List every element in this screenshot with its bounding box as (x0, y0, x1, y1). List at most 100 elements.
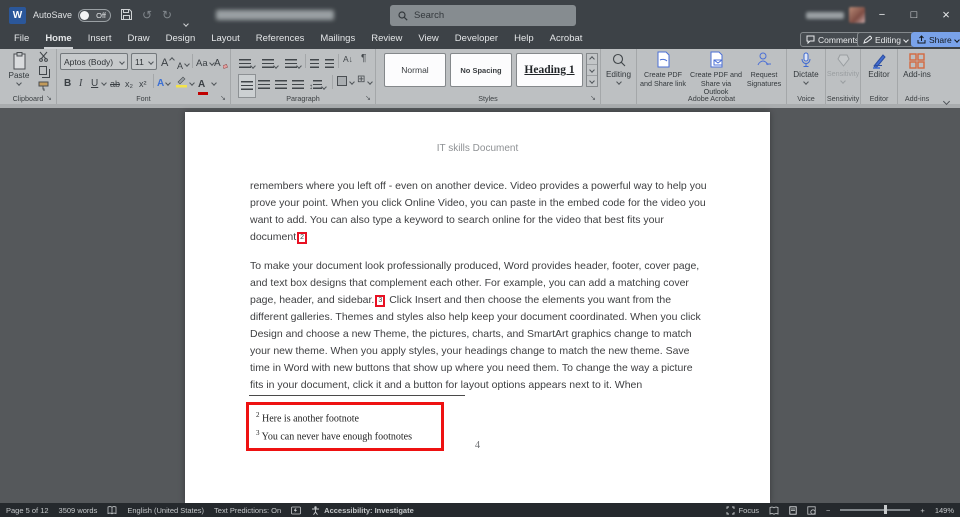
bold-button[interactable]: B (64, 74, 71, 89)
bullet-list-icon[interactable] (239, 55, 255, 73)
zoom-in-button[interactable]: + (920, 506, 924, 515)
document-canvas[interactable]: IT skills Document remembers where you l… (0, 112, 960, 503)
read-mode-icon[interactable] (769, 506, 779, 515)
underline-button[interactable]: U (91, 74, 98, 89)
proofing-icon[interactable] (107, 506, 117, 515)
paragraph-dialog-launcher-icon[interactable]: ↘ (365, 95, 373, 103)
body-paragraph-1[interactable]: remembers where you left off - even on a… (250, 178, 708, 246)
zoom-slider[interactable] (840, 509, 910, 511)
style-normal[interactable]: Normal (384, 53, 446, 87)
font-size-combobox[interactable]: 11 (131, 53, 157, 70)
print-layout-icon[interactable] (789, 506, 797, 515)
qat-customize-chevron-icon[interactable] (184, 13, 188, 31)
style-heading-1[interactable]: Heading 1 (516, 53, 583, 87)
zoom-out-button[interactable]: − (826, 506, 830, 515)
text-predictions[interactable]: Text Predictions: On (214, 506, 281, 515)
styles-dialog-launcher-icon[interactable]: ↘ (590, 95, 598, 103)
chevron-down-icon[interactable] (349, 79, 355, 85)
page-indicator[interactable]: Page 5 of 12 (6, 506, 49, 515)
strikethrough-button[interactable]: ab (110, 74, 120, 89)
tab-insert[interactable]: Insert (80, 30, 120, 49)
document-page[interactable]: IT skills Document remembers where you l… (185, 112, 770, 503)
text-effects-button[interactable]: A (157, 74, 170, 89)
numbered-list-icon[interactable] (262, 55, 278, 73)
zoom-level[interactable]: 149% (935, 506, 954, 515)
restore-button[interactable]: □ (901, 0, 927, 30)
font-dialog-launcher-icon[interactable]: ↘ (220, 95, 228, 103)
change-case-button[interactable]: Aa (196, 54, 214, 69)
close-button[interactable]: × (933, 0, 959, 30)
tab-help[interactable]: Help (506, 30, 542, 49)
collapse-ribbon-chevron-icon[interactable] (944, 91, 949, 109)
share-button[interactable]: Share (911, 32, 960, 47)
minimize-button[interactable]: − (869, 0, 895, 30)
gallery-up-icon[interactable] (587, 54, 597, 65)
clear-formatting-button[interactable]: A (214, 54, 228, 69)
autosave-toggle[interactable]: Off (78, 9, 111, 22)
editing-mode-button[interactable]: Editing (857, 32, 914, 47)
cut-icon[interactable] (38, 51, 49, 62)
gallery-down-icon[interactable] (587, 65, 597, 76)
save-icon[interactable] (120, 8, 134, 22)
web-layout-icon[interactable] (807, 506, 816, 515)
highlight-color-button[interactable] (175, 75, 188, 88)
increase-indent-icon[interactable] (325, 55, 334, 73)
focus-mode-button[interactable]: Focus (726, 506, 759, 515)
word-count[interactable]: 3509 words (59, 506, 98, 515)
styles-gallery-scroll[interactable] (586, 53, 598, 87)
subscript-button[interactable]: x₂ (125, 74, 133, 89)
create-pdf-share-link-button[interactable]: Create PDF and Share link (639, 51, 687, 88)
multilevel-list-icon[interactable] (285, 55, 301, 73)
editor-button[interactable]: Editor (861, 53, 897, 79)
avatar[interactable] (849, 7, 865, 23)
chevron-down-icon[interactable] (367, 79, 373, 85)
chevron-down-icon[interactable] (211, 80, 217, 86)
superscript-button[interactable]: x² (139, 74, 147, 89)
format-painter-icon[interactable] (38, 81, 49, 92)
tab-layout[interactable]: Layout (203, 30, 248, 49)
dictate-button[interactable]: Dictate (787, 52, 825, 84)
language-indicator[interactable]: English (United States) (127, 506, 204, 515)
borders-icon[interactable]: ⊞ (357, 74, 365, 85)
decrease-indent-icon[interactable] (310, 55, 319, 73)
shrink-font-button[interactable]: A (177, 56, 189, 71)
gallery-more-icon[interactable] (587, 76, 597, 86)
copy-icon[interactable] (39, 66, 47, 75)
body-paragraph-2[interactable]: To make your document look professionall… (250, 258, 708, 394)
style-no-spacing[interactable]: No Spacing (450, 53, 512, 87)
search-input[interactable]: Search (390, 5, 576, 26)
tab-draw[interactable]: Draw (119, 30, 157, 49)
align-right-icon[interactable] (275, 76, 287, 94)
footnote-ref-3-annotation[interactable]: 3 (375, 295, 385, 307)
request-signatures-button[interactable]: Request Signatures (743, 51, 785, 88)
chevron-down-icon[interactable] (101, 80, 107, 86)
tab-design[interactable]: Design (158, 30, 204, 49)
zoom-slider-thumb[interactable] (884, 505, 887, 514)
font-color-button[interactable]: A (198, 74, 208, 95)
chevron-down-icon[interactable] (189, 80, 195, 86)
tab-review[interactable]: Review (363, 30, 410, 49)
font-name-combobox[interactable]: Aptos (Body) (60, 53, 128, 70)
accessibility-status[interactable]: Accessibility: Investigate (311, 506, 414, 515)
undo-icon[interactable]: ↺ (142, 8, 156, 22)
redo-icon[interactable]: ↻ (162, 8, 176, 22)
footnote-ref-2-annotation[interactable]: 2 (297, 232, 307, 244)
align-center-icon[interactable] (258, 76, 270, 94)
tab-mailings[interactable]: Mailings (312, 30, 363, 49)
italic-button[interactable]: I (79, 74, 82, 89)
shading-icon[interactable] (337, 76, 347, 86)
tab-developer[interactable]: Developer (447, 30, 506, 49)
tab-acrobat[interactable]: Acrobat (542, 30, 591, 49)
show-hide-marks-icon[interactable]: ¶ (361, 53, 366, 64)
grow-font-button[interactable]: A (161, 54, 174, 69)
justify-icon[interactable] (292, 76, 304, 94)
clipboard-dialog-launcher-icon[interactable]: ↘ (46, 95, 54, 103)
editing-button[interactable]: Editing (601, 53, 636, 84)
tab-home[interactable]: Home (37, 30, 79, 49)
tab-references[interactable]: References (248, 30, 313, 49)
create-pdf-share-outlook-button[interactable]: Create PDF and Share via Outlook (689, 51, 743, 97)
comments-button[interactable]: Comments (800, 32, 865, 47)
line-spacing-icon[interactable]: ↕ (309, 76, 326, 94)
paste-button[interactable]: Paste (4, 52, 34, 85)
text-predictions-icon[interactable] (291, 506, 301, 515)
